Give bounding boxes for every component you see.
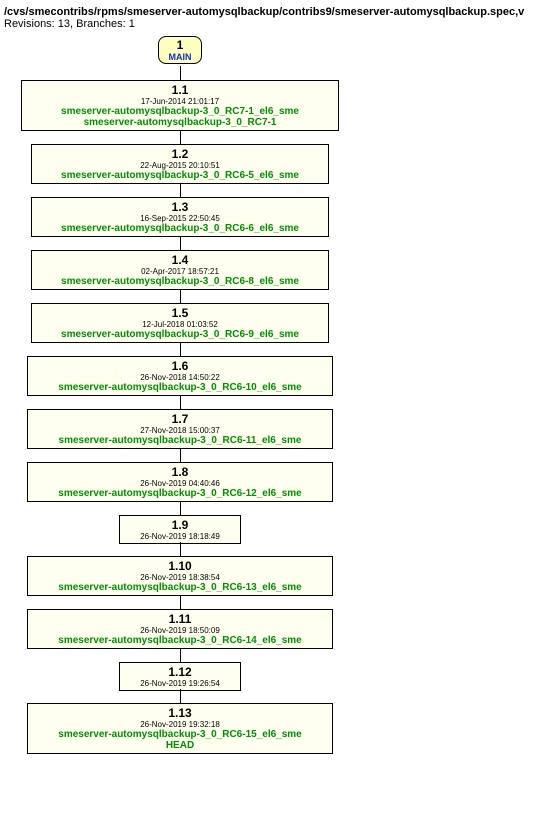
revision-number: 1.11 — [34, 612, 326, 626]
revisions-count: Revisions: 13, Branches: 1 — [4, 18, 135, 30]
branch-rev: 1 — [167, 38, 193, 52]
revision-date: 22-Aug-2015 20:10:51 — [38, 161, 322, 170]
graph-edge — [180, 289, 181, 303]
revision-tag: smeserver-automysqlbackup-3_0_RC6-10_el6… — [34, 382, 326, 393]
graph-edge — [180, 595, 181, 609]
revision-tag: smeserver-automysqlbackup-3_0_RC6-5_el6_… — [38, 170, 322, 181]
revision-date: 02-Apr-2017 18:57:21 — [38, 267, 322, 276]
revision-node[interactable]: 1.1 17-Jun-2014 21:01:17 smeserver-autom… — [21, 80, 339, 131]
revision-tag: smeserver-automysqlbackup-3_0_RC7-1 — [28, 117, 332, 128]
revision-number: 1.12 — [126, 665, 234, 679]
graph-edge — [180, 236, 181, 250]
revision-number: 1.5 — [38, 306, 322, 320]
graph-edge — [180, 689, 181, 703]
revision-date: 17-Jun-2014 21:01:17 — [28, 97, 332, 106]
revision-node[interactable]: 1.7 27-Nov-2018 15:00:37 smeserver-autom… — [27, 409, 333, 449]
revision-date: 26-Nov-2019 04:40:46 — [34, 479, 326, 488]
revision-number: 1.10 — [34, 559, 326, 573]
revision-node[interactable]: 1.6 26-Nov-2018 14:50:22 smeserver-autom… — [27, 356, 333, 396]
revision-date: 12-Jul-2018 01:03:52 — [38, 320, 322, 329]
graph-edge — [180, 448, 181, 462]
graph-edge — [180, 130, 181, 144]
revision-node[interactable]: 1.9 26-Nov-2019 18:18:49 — [119, 515, 241, 544]
revision-number: 1.4 — [38, 253, 322, 267]
revision-number: 1.3 — [38, 200, 322, 214]
revision-tag: smeserver-automysqlbackup-3_0_RC6-14_el6… — [34, 635, 326, 646]
revision-tag: HEAD — [34, 740, 326, 751]
graph-edge — [180, 648, 181, 662]
revision-tag: smeserver-automysqlbackup-3_0_RC7-1_el6_… — [28, 106, 332, 117]
revision-tag: smeserver-automysqlbackup-3_0_RC6-15_el6… — [34, 729, 326, 740]
graph-edge — [180, 542, 181, 556]
revision-number: 1.1 — [28, 83, 332, 97]
header: /cvs/smecontribs/rpms/smeserver-automysq… — [0, 0, 560, 32]
file-path: /cvs/smecontribs/rpms/smeserver-automysq… — [4, 6, 524, 18]
revision-node[interactable]: 1.2 22-Aug-2015 20:10:51 smeserver-autom… — [31, 144, 329, 184]
revision-node[interactable]: 1.5 12-Jul-2018 01:03:52 smeserver-autom… — [31, 303, 329, 343]
revision-date: 26-Nov-2019 18:18:49 — [126, 532, 234, 541]
graph-edge — [180, 342, 181, 356]
revision-number: 1.8 — [34, 465, 326, 479]
revision-node[interactable]: 1.8 26-Nov-2019 04:40:46 smeserver-autom… — [27, 462, 333, 502]
revision-node[interactable]: 1.3 16-Sep-2015 22:50:45 smeserver-autom… — [31, 197, 329, 237]
graph-edge — [180, 501, 181, 515]
graph-edge — [180, 395, 181, 409]
revision-date: 26-Nov-2019 18:50:09 — [34, 626, 326, 635]
revision-number: 1.7 — [34, 412, 326, 426]
graph-edge — [180, 183, 181, 197]
revision-node[interactable]: 1.10 26-Nov-2019 18:38:54 smeserver-auto… — [27, 556, 333, 596]
revision-tag: smeserver-automysqlbackup-3_0_RC6-8_el6_… — [38, 276, 322, 287]
revision-date: 26-Nov-2019 19:26:54 — [126, 679, 234, 688]
revision-tag: smeserver-automysqlbackup-3_0_RC6-13_el6… — [34, 582, 326, 593]
revision-number: 1.6 — [34, 359, 326, 373]
revision-number: 1.13 — [34, 706, 326, 720]
revision-tag: smeserver-automysqlbackup-3_0_RC6-6_el6_… — [38, 223, 322, 234]
graph-edge — [180, 66, 181, 80]
revision-date: 16-Sep-2015 22:50:45 — [38, 214, 322, 223]
revision-number: 1.2 — [38, 147, 322, 161]
revision-date: 26-Nov-2019 18:38:54 — [34, 573, 326, 582]
revision-node[interactable]: 1.11 26-Nov-2019 18:50:09 smeserver-auto… — [27, 609, 333, 649]
branch-root[interactable]: 1 MAIN — [158, 36, 202, 64]
revision-date: 27-Nov-2018 15:00:37 — [34, 426, 326, 435]
revision-date: 26-Nov-2019 19:32:18 — [34, 720, 326, 729]
revision-date: 26-Nov-2018 14:50:22 — [34, 373, 326, 382]
revision-number: 1.9 — [126, 518, 234, 532]
revision-graph: 1 MAIN 1.1 17-Jun-2014 21:01:17 smeserve… — [0, 32, 560, 827]
branch-name: MAIN — [167, 52, 193, 62]
revision-tag: smeserver-automysqlbackup-3_0_RC6-9_el6_… — [38, 329, 322, 340]
revision-tag: smeserver-automysqlbackup-3_0_RC6-11_el6… — [34, 435, 326, 446]
revision-tag: smeserver-automysqlbackup-3_0_RC6-12_el6… — [34, 488, 326, 499]
revision-node[interactable]: 1.12 26-Nov-2019 19:26:54 — [119, 662, 241, 691]
revision-node[interactable]: 1.13 26-Nov-2019 19:32:18 smeserver-auto… — [27, 703, 333, 754]
revision-node[interactable]: 1.4 02-Apr-2017 18:57:21 smeserver-autom… — [31, 250, 329, 290]
